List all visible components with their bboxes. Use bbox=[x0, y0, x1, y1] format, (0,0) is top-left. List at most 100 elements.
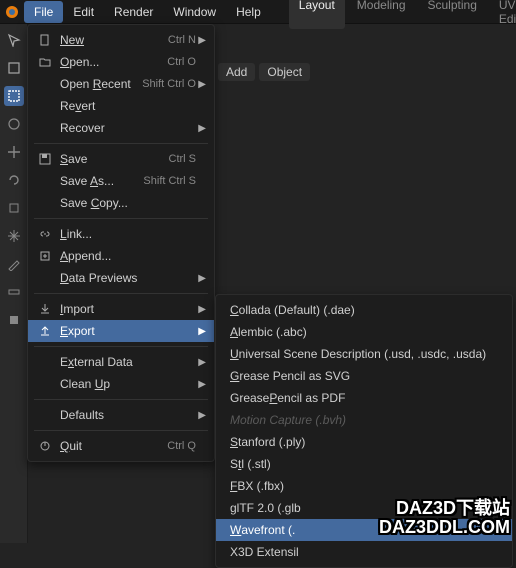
menu-separator bbox=[34, 346, 208, 347]
select-box-tool-icon[interactable] bbox=[4, 86, 24, 106]
menu-file[interactable]: File bbox=[24, 1, 63, 23]
menu-separator bbox=[34, 399, 208, 400]
save-icon bbox=[36, 153, 54, 165]
viewport-object-button[interactable]: Object bbox=[259, 63, 310, 81]
shortcut-text: Ctrl N bbox=[168, 34, 196, 46]
export-grease-pencil-svg[interactable]: Grease Pencil as SVG bbox=[216, 365, 512, 387]
watermark-text: DAZ3D下载站 DAZ3DDL.COM bbox=[379, 499, 510, 537]
power-icon bbox=[36, 440, 54, 452]
file-defaults[interactable]: Defaults ▶ bbox=[28, 404, 214, 426]
file-external-data[interactable]: External Data ▶ bbox=[28, 351, 214, 373]
submenu-arrow-icon: ▶ bbox=[196, 304, 206, 315]
file-new[interactable]: New Ctrl N ▶ bbox=[28, 29, 214, 51]
shortcut-text: Ctrl S bbox=[169, 153, 197, 165]
menu-label: Link... bbox=[60, 227, 196, 241]
menu-label: Open... bbox=[60, 55, 159, 69]
export-motion-capture: Motion Capture (.bvh) bbox=[216, 409, 512, 431]
shortcut-text: Ctrl Q bbox=[167, 440, 196, 452]
export-stl[interactable]: Stl (.stl) bbox=[216, 453, 512, 475]
menu-label: Revert bbox=[60, 99, 196, 113]
menu-label: Clean Up bbox=[60, 377, 196, 391]
move-tool-icon[interactable] bbox=[4, 142, 24, 162]
tab-sculpting[interactable]: Sculpting bbox=[418, 0, 487, 29]
shortcut-text: Shift Ctrl O bbox=[142, 78, 196, 90]
file-import[interactable]: Import ▶ bbox=[28, 298, 214, 320]
menu-separator bbox=[34, 430, 208, 431]
scale-tool-icon[interactable] bbox=[4, 198, 24, 218]
export-stanford[interactable]: Stanford (.ply) bbox=[216, 431, 512, 453]
menu-label: Recover bbox=[60, 121, 196, 135]
export-fbx[interactable]: FBX (.fbx) bbox=[216, 475, 512, 497]
submenu-arrow-icon: ▶ bbox=[196, 410, 206, 421]
menu-edit[interactable]: Edit bbox=[63, 1, 104, 23]
shortcut-text: Ctrl O bbox=[167, 56, 196, 68]
append-icon bbox=[36, 250, 54, 262]
file-clean-up[interactable]: Clean Up ▶ bbox=[28, 373, 214, 395]
rotate-tool-icon[interactable] bbox=[4, 170, 24, 190]
menu-label: Quit bbox=[60, 439, 159, 453]
submenu-arrow-icon: ▶ bbox=[196, 357, 206, 368]
submenu-arrow-icon: ▶ bbox=[196, 273, 206, 284]
menu-label: New bbox=[60, 33, 160, 47]
select-tool-icon[interactable] bbox=[4, 58, 24, 78]
export-usd[interactable]: Universal Scene Description (.usd, .usdc… bbox=[216, 343, 512, 365]
application-menubar: File Edit Render Window Help Layout Mode… bbox=[0, 0, 516, 24]
menu-label: Save As... bbox=[60, 174, 135, 188]
export-x3d[interactable]: X3D Extensil bbox=[216, 541, 512, 563]
tab-layout[interactable]: Layout bbox=[289, 0, 345, 29]
submenu-arrow-icon: ▶ bbox=[196, 35, 206, 46]
transform-tool-icon[interactable] bbox=[4, 226, 24, 246]
tab-uv-editing[interactable]: UV Editing bbox=[489, 0, 516, 29]
workspace-tabs: Layout Modeling Sculpting UV Editing bbox=[289, 0, 516, 29]
export-collada[interactable]: Collada (Default) (.dae) bbox=[216, 299, 512, 321]
menu-render[interactable]: Render bbox=[104, 1, 163, 23]
file-revert[interactable]: Revert bbox=[28, 95, 214, 117]
file-dropdown-menu: New Ctrl N ▶ Open... Ctrl O Open Recent … bbox=[27, 24, 215, 462]
annotate-tool-icon[interactable] bbox=[4, 254, 24, 274]
add-tool-icon[interactable] bbox=[4, 310, 24, 330]
file-quit[interactable]: Quit Ctrl Q bbox=[28, 435, 214, 457]
file-recover[interactable]: Recover ▶ bbox=[28, 117, 214, 139]
menu-separator bbox=[34, 218, 208, 219]
document-new-icon bbox=[36, 34, 54, 46]
menu-separator bbox=[34, 293, 208, 294]
viewport-add-button[interactable]: Add bbox=[218, 63, 255, 81]
app-logo-icon[interactable] bbox=[4, 1, 20, 23]
menu-label: Import bbox=[60, 302, 196, 316]
export-grease-pencil-pdf[interactable]: Grease Pencil as PDF bbox=[216, 387, 512, 409]
menu-help[interactable]: Help bbox=[226, 1, 271, 23]
menu-separator bbox=[34, 143, 208, 144]
submenu-arrow-icon: ▶ bbox=[196, 379, 206, 390]
submenu-arrow-icon: ▶ bbox=[196, 79, 206, 90]
folder-open-icon bbox=[36, 56, 54, 68]
file-link[interactable]: Link... bbox=[28, 223, 214, 245]
file-export[interactable]: Export ▶ bbox=[28, 320, 214, 342]
tab-modeling[interactable]: Modeling bbox=[347, 0, 416, 29]
file-save-copy[interactable]: Save Copy... bbox=[28, 192, 214, 214]
menu-label: External Data bbox=[60, 355, 196, 369]
submenu-arrow-icon: ▶ bbox=[196, 326, 206, 337]
export-alembic[interactable]: Alembic (.abc) bbox=[216, 321, 512, 343]
import-icon bbox=[36, 303, 54, 315]
file-save-as[interactable]: Save As... Shift Ctrl S bbox=[28, 170, 214, 192]
submenu-arrow-icon: ▶ bbox=[196, 123, 206, 134]
file-append[interactable]: Append... bbox=[28, 245, 214, 267]
export-icon bbox=[36, 325, 54, 337]
tool-icon[interactable] bbox=[4, 114, 24, 134]
menu-label: Open Recent bbox=[60, 77, 134, 91]
menu-label: Defaults bbox=[60, 408, 196, 422]
menu-window[interactable]: Window bbox=[163, 1, 226, 23]
measure-tool-icon[interactable] bbox=[4, 282, 24, 302]
shortcut-text: Shift Ctrl S bbox=[143, 175, 196, 187]
menu-label: Append... bbox=[60, 249, 196, 263]
file-open[interactable]: Open... Ctrl O bbox=[28, 51, 214, 73]
menu-label: Save bbox=[60, 152, 161, 166]
link-icon bbox=[36, 228, 54, 240]
menu-label: Data Previews bbox=[60, 271, 196, 285]
tool-sidebar bbox=[0, 24, 28, 543]
cursor-tool-icon[interactable] bbox=[4, 30, 24, 50]
file-open-recent[interactable]: Open Recent Shift Ctrl O ▶ bbox=[28, 73, 214, 95]
file-data-previews[interactable]: Data Previews ▶ bbox=[28, 267, 214, 289]
file-save[interactable]: Save Ctrl S bbox=[28, 148, 214, 170]
menu-label: Save Copy... bbox=[60, 196, 196, 210]
